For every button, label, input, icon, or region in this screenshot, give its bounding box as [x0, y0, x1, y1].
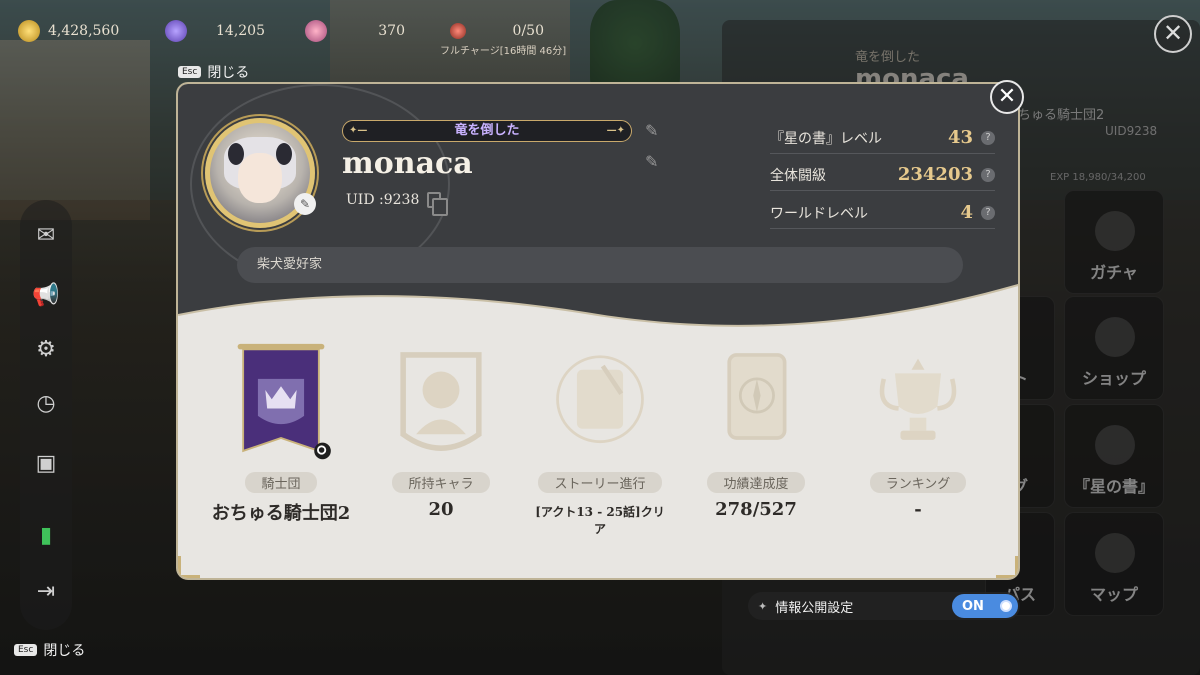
- stat-label: 『星の書』レベル: [770, 130, 882, 147]
- player-title: 竜を倒した: [454, 123, 520, 138]
- achievement-book-icon: [727, 353, 787, 440]
- item-value: 20: [428, 499, 454, 520]
- wave-divider: [178, 274, 1018, 344]
- edit-title-pencil-icon[interactable]: ✎: [645, 121, 658, 140]
- avatar-horn: [228, 143, 244, 165]
- esc-key-badge: Esc: [14, 644, 38, 656]
- stat-value: 43: [947, 127, 973, 148]
- character-portrait-icon: [400, 352, 482, 451]
- avatar-face: [238, 153, 282, 203]
- corner-ornament: [996, 556, 1018, 578]
- ranking-item[interactable]: ランキング -: [848, 342, 988, 520]
- help-icon[interactable]: ?: [981, 205, 995, 220]
- left-sidebar: ✉ 📢 ⚙ ◷ ▣ ▮ ⇥: [20, 200, 72, 630]
- special-coin-icon: [305, 20, 327, 42]
- avatar-horn: [276, 143, 292, 165]
- modal-close-button[interactable]: ✕: [990, 80, 1024, 114]
- privacy-setting-label: 情報公開設定: [775, 600, 854, 616]
- item-value: [アクト13 - 25話]クリア: [535, 505, 665, 536]
- knight-order-item[interactable]: 騎士団 おちゅる騎士団2: [211, 342, 351, 525]
- item-label: ストーリー進行: [538, 472, 662, 493]
- edit-name-pencil-icon[interactable]: ✎: [645, 152, 658, 171]
- coin-value: 370: [378, 23, 405, 39]
- close-label: 閉じる: [43, 643, 86, 659]
- gem-counter: 14,205: [165, 18, 265, 44]
- knight-order-banner-icon: [237, 343, 331, 460]
- stat-value: 234203: [897, 164, 973, 185]
- help-icon[interactable]: ?: [981, 167, 995, 182]
- item-label: 騎士団: [245, 472, 317, 493]
- clock-icon[interactable]: ◷: [32, 390, 60, 418]
- player-name: monaca: [342, 146, 473, 181]
- close-button[interactable]: Esc 閉じる: [178, 62, 249, 82]
- stat-world-level: ワールドレベル 4 ?: [770, 197, 995, 229]
- mail-icon[interactable]: ✉: [32, 222, 60, 250]
- gold-coin-icon: [18, 20, 40, 42]
- item-value: -: [914, 499, 922, 520]
- item-label: 所持キャラ: [392, 472, 490, 493]
- privacy-toggle-state: ON: [962, 598, 984, 614]
- item-value: 278/527: [715, 499, 797, 520]
- coin-counter: 370: [305, 18, 405, 44]
- stamina-icon: [450, 23, 466, 39]
- close-icon[interactable]: ✕: [1154, 15, 1192, 53]
- stat-total-power: 全体闘級 234203 ?: [770, 159, 995, 191]
- close-button[interactable]: Esc 閉じる: [14, 640, 85, 660]
- logout-door-icon[interactable]: ⇥: [32, 578, 60, 606]
- sparkle-icon: ✦—: [349, 125, 368, 136]
- stamina-value: 0/50: [512, 23, 544, 39]
- close-label: 閉じる: [207, 65, 250, 81]
- stat-label: 全体闘級: [770, 167, 826, 184]
- sparkle-icon: —✦: [606, 125, 625, 136]
- avatar-edit-pencil-icon[interactable]: ✎: [294, 193, 316, 215]
- player-uid: UID :9238: [346, 192, 420, 208]
- gem-value: 14,205: [216, 23, 265, 39]
- sparkle-icon: ✦: [758, 599, 768, 613]
- help-icon[interactable]: ?: [981, 130, 995, 145]
- item-value: おちゅる騎士団2: [211, 503, 351, 524]
- exit-running-icon[interactable]: ▮: [32, 522, 60, 550]
- stat-value: 4: [960, 202, 973, 223]
- toggle-knob: [1000, 600, 1012, 612]
- player-title-badge[interactable]: ✦— 竜を倒した —✦: [342, 120, 632, 142]
- copy-icon[interactable]: [427, 192, 449, 216]
- camera-icon[interactable]: ▣: [32, 450, 60, 478]
- scroll-quill-icon: [556, 355, 644, 444]
- gold-counter: 4,428,560: [18, 18, 119, 44]
- megaphone-icon[interactable]: 📢: [32, 282, 60, 310]
- player-uid-row: UID :9238: [346, 192, 449, 216]
- star-gem-icon: [165, 20, 187, 42]
- stamina-full-charge-note: フルチャージ[16時間 46分]: [440, 46, 567, 57]
- esc-key-badge: Esc: [178, 66, 202, 78]
- privacy-setting-row: ✦ 情報公開設定 ON: [748, 592, 1020, 620]
- owned-characters-item[interactable]: 所持キャラ 20: [371, 342, 511, 520]
- item-label: ランキング: [869, 472, 967, 493]
- gear-icon[interactable]: ⚙: [32, 336, 60, 364]
- item-label: 功績達成度: [707, 472, 805, 493]
- story-progress-item[interactable]: ストーリー進行 [アクト13 - 25話]クリア: [530, 342, 670, 537]
- gold-value: 4,428,560: [48, 23, 120, 39]
- corner-ornament: [178, 556, 200, 578]
- stat-star-book-level: 『星の書』レベル 43 ?: [770, 122, 995, 154]
- stamina-counter: 0/50: [450, 18, 544, 44]
- trophy-icon: [879, 358, 957, 440]
- privacy-toggle[interactable]: ON: [952, 594, 1018, 618]
- player-bio[interactable]: 柴犬愛好家: [237, 247, 963, 283]
- stat-label: ワールドレベル: [770, 205, 868, 222]
- achievement-item[interactable]: 功績達成度 278/527: [686, 342, 826, 520]
